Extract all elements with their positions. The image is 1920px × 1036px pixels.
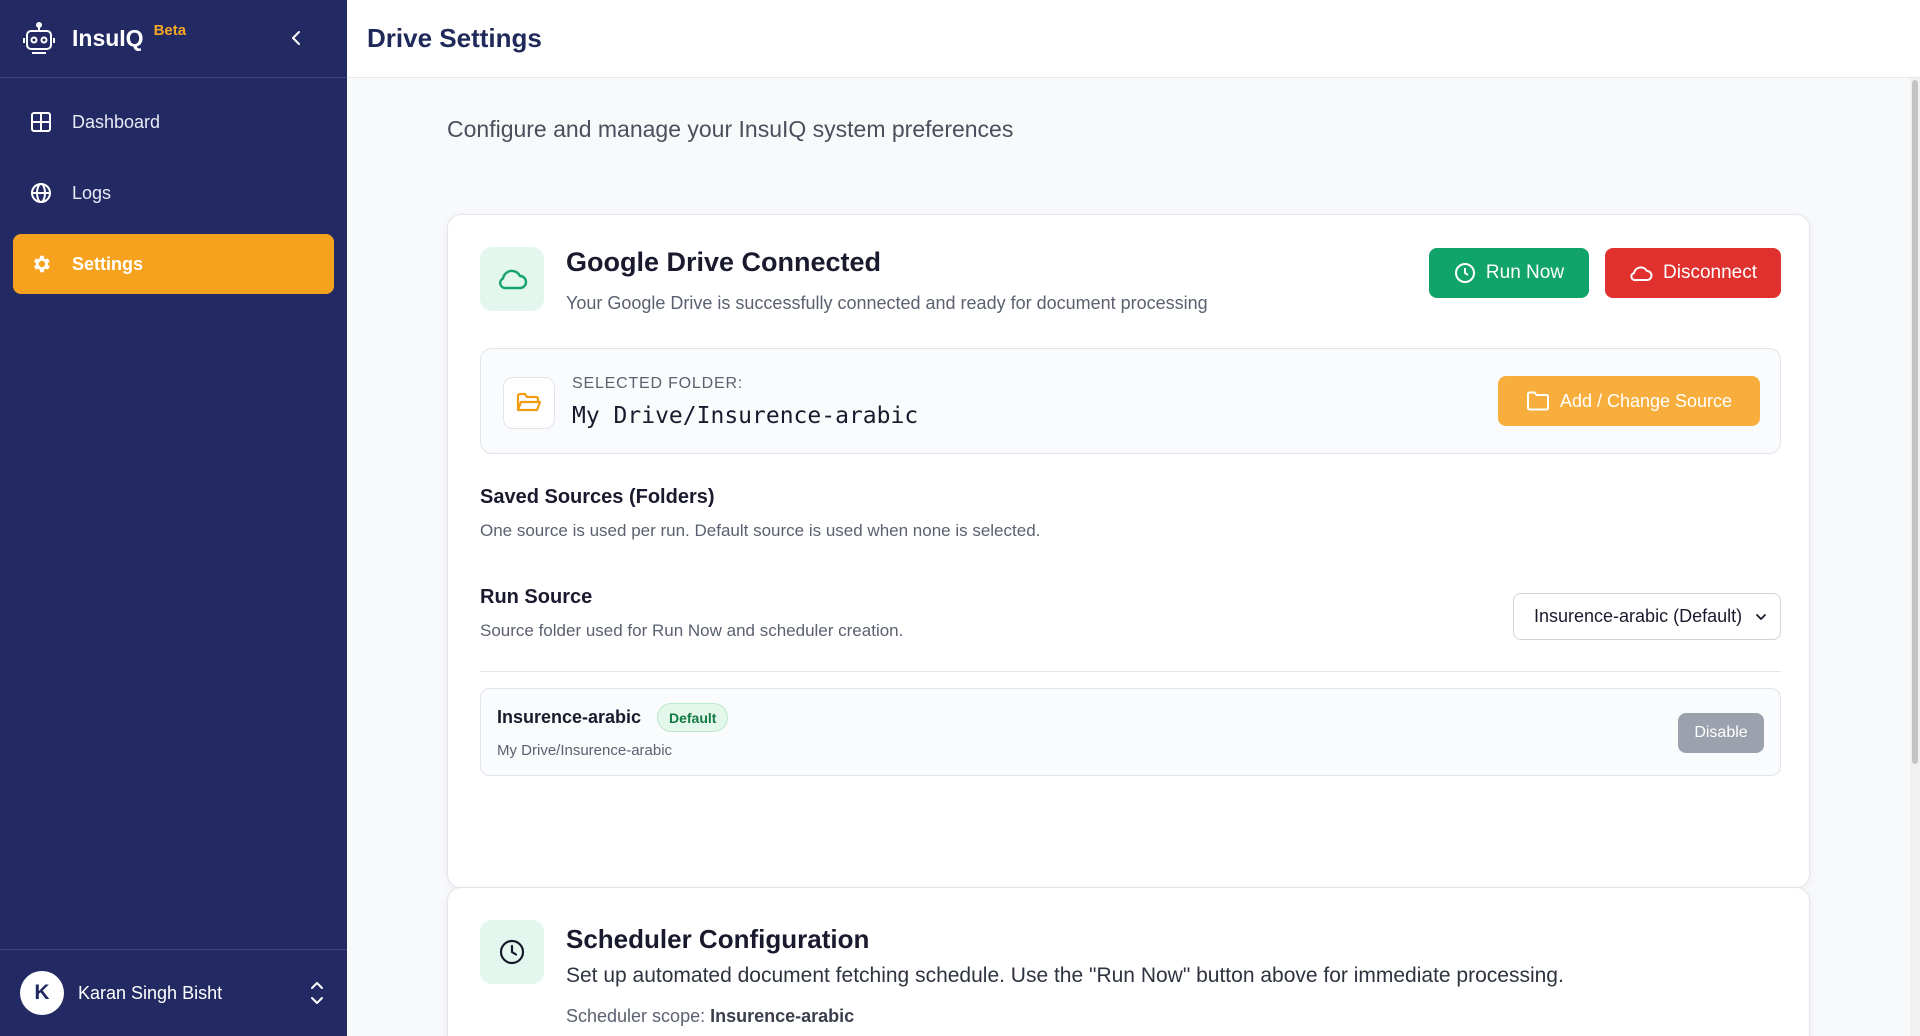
user-name: Karan Singh Bisht xyxy=(78,982,223,1003)
sidebar-item-settings[interactable]: Settings xyxy=(13,234,334,294)
selected-folder-label: SELECTED FOLDER: xyxy=(572,375,744,392)
drive-title: Google Drive Connected xyxy=(566,247,882,277)
disable-source-button[interactable]: Disable xyxy=(1678,713,1764,753)
scheduler-scope-label: Scheduler scope: xyxy=(566,1006,706,1026)
source-path: My Drive/Insurence-arabic xyxy=(497,742,673,759)
sidebar-nav: Dashboard Logs Settings xyxy=(0,78,347,308)
saved-sources-description: One source is used per run. Default sour… xyxy=(480,521,1041,540)
page-subtitle: Configure and manage your InsuIQ system … xyxy=(447,116,1014,142)
drive-card: Google Drive Connected Your Google Drive… xyxy=(447,214,1810,888)
cloud-icon xyxy=(480,247,544,311)
disconnect-button[interactable]: Disconnect xyxy=(1605,248,1781,298)
gear-icon xyxy=(29,252,53,276)
chevron-up-down-icon[interactable] xyxy=(307,979,327,1007)
folder-open-icon xyxy=(503,377,555,429)
sidebar: InsuIQ Beta Dashboard Logs Settings K Ka xyxy=(0,0,347,1036)
drive-description: Your Google Drive is successfully connec… xyxy=(566,293,1208,313)
grid-icon xyxy=(29,110,53,134)
add-change-source-label: Add / Change Source xyxy=(1559,390,1733,411)
scheduler-description: Set up automated document fetching sched… xyxy=(566,964,1564,987)
chevron-down-icon xyxy=(1756,613,1766,620)
scheduler-card: Scheduler Configuration Set up automated… xyxy=(447,887,1810,1036)
brand: InsuIQ Beta xyxy=(0,0,347,78)
selected-folder-panel: SELECTED FOLDER: My Drive/Insurence-arab… xyxy=(480,348,1781,454)
scheduler-scope: Scheduler scope: Insurence-arabic xyxy=(566,1006,854,1027)
scheduler-title: Scheduler Configuration xyxy=(566,924,870,954)
sidebar-item-dashboard[interactable]: Dashboard xyxy=(13,92,334,152)
user-menu[interactable]: K Karan Singh Bisht xyxy=(0,949,347,1036)
page-scrollbar[interactable] xyxy=(1910,78,1920,1036)
scrollbar-thumb[interactable] xyxy=(1912,80,1918,764)
run-now-label: Run Now xyxy=(1485,262,1565,283)
default-badge: Default xyxy=(657,703,729,732)
main-content: Configure and manage your InsuIQ system … xyxy=(347,78,1910,1036)
run-source-select[interactable]: Insurence-arabic (Default) xyxy=(1513,593,1781,640)
run-now-button[interactable]: Run Now xyxy=(1429,248,1589,298)
sidebar-item-label: Settings xyxy=(72,253,144,274)
source-name: Insurence-arabic xyxy=(497,707,642,727)
saved-sources-title: Saved Sources (Folders) xyxy=(480,486,715,508)
page-header: Drive Settings xyxy=(347,0,1920,78)
beta-badge: Beta xyxy=(153,22,187,39)
avatar: K xyxy=(20,971,64,1015)
divider xyxy=(480,671,1781,672)
scheduler-scope-value: Insurence-arabic xyxy=(710,1006,855,1026)
cloud-icon xyxy=(1630,266,1653,282)
robot-logo-icon xyxy=(20,20,58,58)
sidebar-item-label: Logs xyxy=(72,182,112,203)
collapse-sidebar-button[interactable] xyxy=(285,26,309,50)
globe-icon xyxy=(29,181,53,205)
selected-folder-path: My Drive/Insurence-arabic xyxy=(572,403,919,429)
add-change-source-button[interactable]: Add / Change Source xyxy=(1498,376,1760,426)
disconnect-label: Disconnect xyxy=(1663,262,1757,283)
folder-icon xyxy=(1526,391,1549,411)
run-source-selected: Insurence-arabic (Default) xyxy=(1534,606,1743,626)
chevron-left-icon xyxy=(292,31,300,45)
sidebar-item-label: Dashboard xyxy=(72,111,161,132)
clock-icon xyxy=(480,920,544,984)
run-source-title: Run Source xyxy=(480,586,593,608)
run-source-description: Source folder used for Run Now and sched… xyxy=(480,621,904,640)
saved-source-item: Insurence-arabic Default My Drive/Insure… xyxy=(480,688,1781,776)
brand-name: InsuIQ xyxy=(72,25,144,51)
clock-icon xyxy=(1454,263,1475,283)
sidebar-item-logs[interactable]: Logs xyxy=(13,163,334,223)
page-title: Drive Settings xyxy=(367,23,542,53)
